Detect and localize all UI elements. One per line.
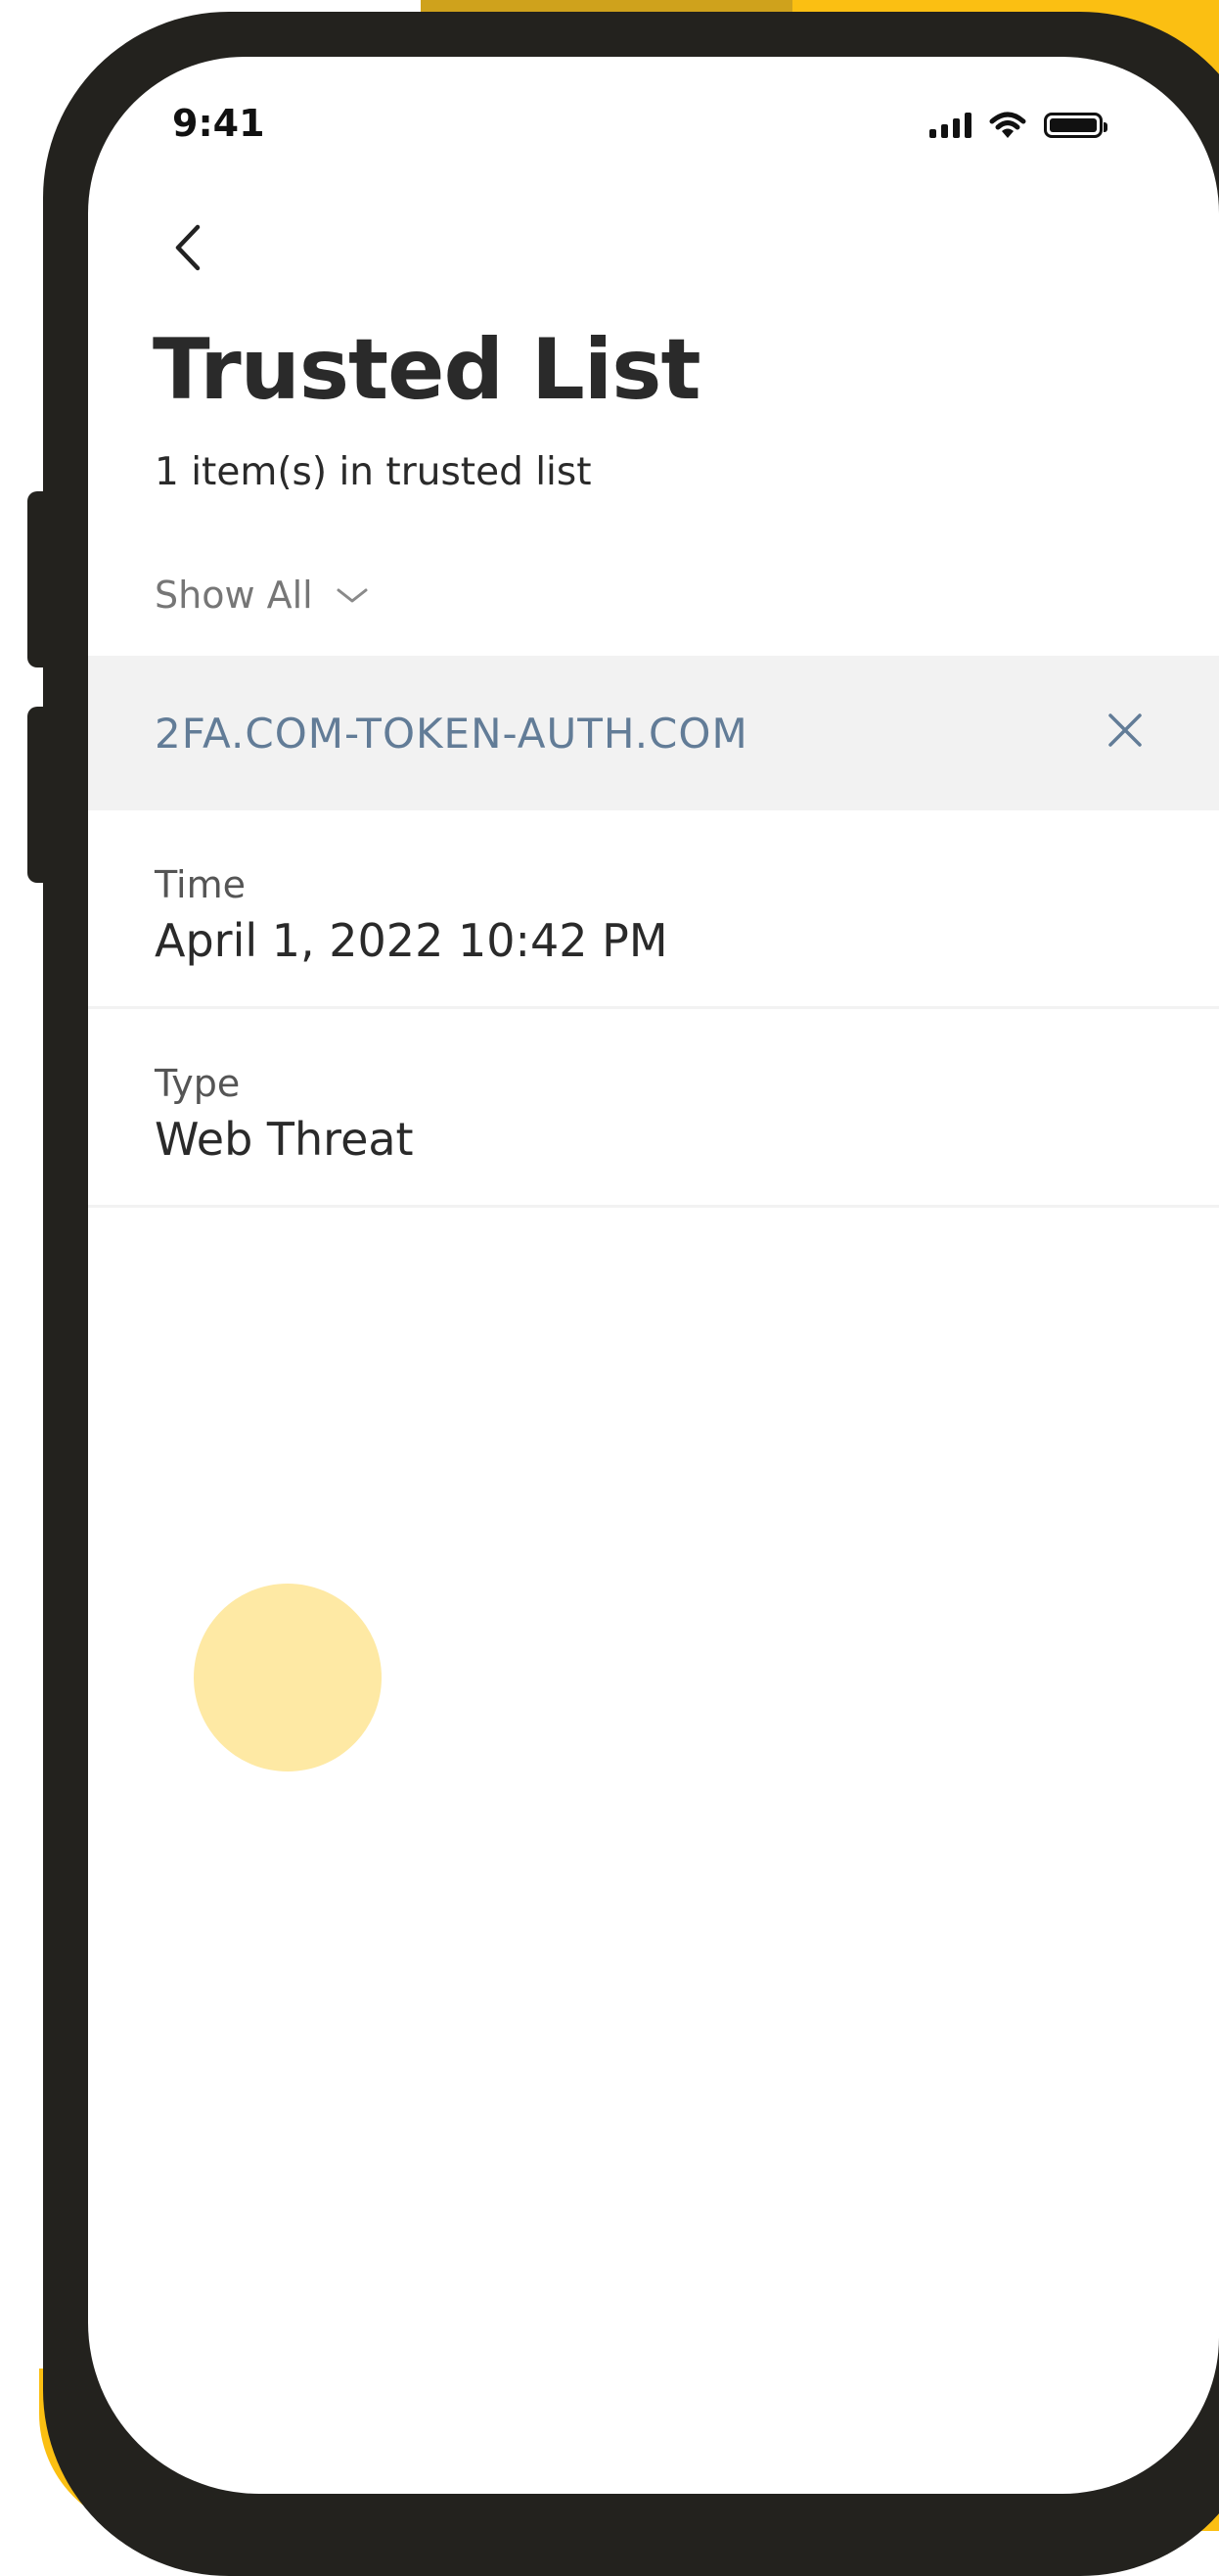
trusted-item-header: 2FA.COM-TOKEN-AUTH.COM	[88, 656, 1219, 810]
trusted-domain: 2FA.COM-TOKEN-AUTH.COM	[155, 710, 748, 758]
type-detail-row: Type Web Threat	[88, 1009, 1219, 1208]
time-value: April 1, 2022 10:42 PM	[155, 914, 668, 967]
touch-indicator	[194, 1584, 382, 1771]
status-icons	[929, 108, 1107, 143]
show-all-dropdown[interactable]: Show All	[155, 574, 370, 617]
battery-icon	[1044, 113, 1107, 138]
filter-label: Show All	[155, 574, 313, 617]
type-label: Type	[155, 1062, 241, 1105]
item-count-text: 1 item(s) in trusted list	[155, 450, 592, 494]
wifi-icon	[989, 112, 1026, 138]
time-label: Time	[155, 863, 246, 906]
close-icon[interactable]	[1106, 711, 1145, 750]
time-detail-row: Time April 1, 2022 10:42 PM	[88, 810, 1219, 1009]
status-time: 9:41	[172, 102, 265, 145]
page-title: Trusted List	[153, 321, 701, 419]
cellular-signal-icon	[929, 113, 971, 138]
chevron-left-icon[interactable]	[157, 213, 225, 282]
phone-screen: 9:41 Trusted List 1 item(s) in trusted l…	[88, 57, 1219, 2494]
chevron-down-icon	[337, 588, 368, 603]
type-value: Web Threat	[155, 1113, 414, 1166]
